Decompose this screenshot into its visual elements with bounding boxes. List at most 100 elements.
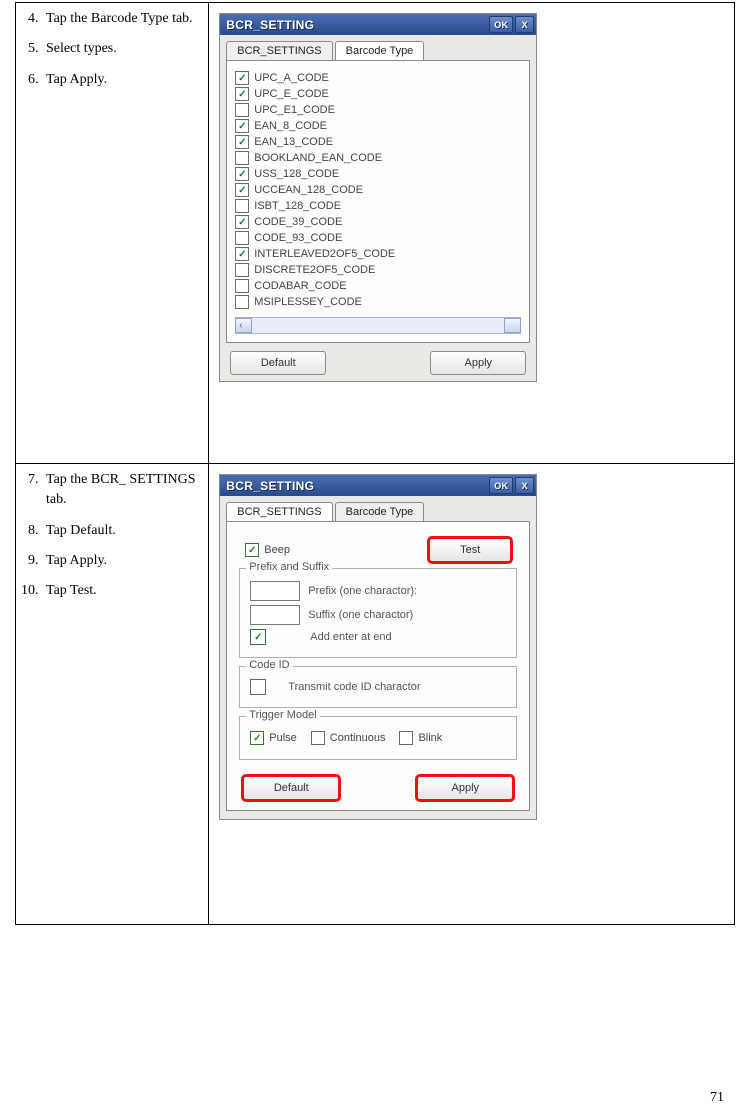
transmit-row[interactable]: Transmit code ID charactor	[250, 679, 506, 695]
checkbox-icon[interactable]	[235, 279, 249, 293]
checkbox-icon[interactable]	[399, 731, 413, 745]
titlebar: BCR_SETTING OK X	[220, 14, 536, 35]
list-item[interactable]: CODE_93_CODE	[235, 231, 521, 245]
blink-option[interactable]: Blink	[399, 731, 442, 745]
list-item[interactable]: ✓ EAN_8_CODE	[235, 119, 521, 133]
device-window: BCR_SETTING OK X BCR_SETTINGS Barcode Ty…	[219, 13, 537, 382]
step-4: Tap the Barcode Type tab.	[42, 9, 200, 29]
default-button[interactable]: Default	[243, 776, 339, 800]
button-bar: Default Apply	[239, 768, 517, 806]
beep-label: Beep	[264, 544, 290, 556]
apply-button[interactable]: Apply	[430, 351, 526, 375]
checkbox-icon[interactable]: ✓	[235, 71, 249, 85]
group-legend: Prefix and Suffix	[246, 561, 332, 573]
group-legend: Trigger Model	[246, 709, 319, 721]
checkbox-icon[interactable]	[311, 731, 325, 745]
tab-barcode-type[interactable]: Barcode Type	[335, 502, 425, 521]
barcode-type-list: ✓ UPC_A_CODE ✓UPC_E_CODE UPC_E1_CODE ✓ EAN…	[235, 71, 521, 309]
window-title: BCR_SETTING	[226, 479, 314, 493]
tab-bcr-settings[interactable]: BCR_SETTINGS	[226, 41, 332, 60]
step-10: Tap Test.	[42, 581, 200, 601]
checkbox-icon[interactable]	[235, 151, 249, 165]
test-button[interactable]: Test	[429, 538, 511, 562]
list-item[interactable]: MSIPLESSEY_CODE	[235, 295, 521, 309]
item-label: EAN_8_CODE	[254, 120, 327, 132]
list-item[interactable]: ✓ UPC_A_CODE	[235, 71, 521, 85]
prefix-suffix-group: Prefix and Suffix Prefix (one charactor)…	[239, 568, 517, 658]
scroll-right-icon[interactable]: ›	[514, 320, 517, 331]
list-item[interactable]: CODABAR_CODE	[235, 279, 521, 293]
list-item[interactable]: ✓ EAN_13_CODE	[235, 135, 521, 149]
tab-bcr-settings[interactable]: BCR_SETTINGS	[226, 502, 332, 521]
item-label: EAN_13_CODE	[254, 136, 333, 148]
ok-button[interactable]: OK	[489, 16, 513, 33]
list-item[interactable]: ✓INTERLEAVED2OF5_CODE	[235, 247, 521, 261]
checkbox-icon[interactable]: ✓	[235, 167, 249, 181]
checkbox-icon[interactable]: ✓	[250, 629, 266, 645]
suffix-input[interactable]	[250, 605, 300, 625]
item-label: DISCRETE2OF5_CODE	[254, 264, 375, 276]
steps-cell: Tap the BCR_ SETTINGS tab. Tap Default. …	[16, 464, 209, 925]
screenshot-cell: BCR_SETTING OK X BCR_SETTINGS Barcode Ty…	[209, 3, 735, 464]
list-item[interactable]: DISCRETE2OF5_CODE	[235, 263, 521, 277]
list-item[interactable]: ISBT_128_CODE	[235, 199, 521, 213]
step-5: Select types.	[42, 39, 200, 59]
beep-row[interactable]: ✓ Beep	[245, 543, 290, 557]
code-id-group: Code ID Transmit code ID charactor	[239, 666, 517, 708]
step-7: Tap the BCR_ SETTINGS tab.	[42, 470, 200, 511]
prefix-field: Prefix (one charactor):	[250, 581, 506, 601]
scroll-left-icon[interactable]: ‹	[239, 320, 242, 331]
list-item[interactable]: ✓USS_128_CODE	[235, 167, 521, 181]
close-button[interactable]: X	[515, 16, 534, 33]
ok-button[interactable]: OK	[489, 477, 513, 494]
checkbox-icon[interactable]: ✓	[245, 543, 259, 557]
instruction-table: Tap the Barcode Type tab. Select types. …	[15, 2, 735, 925]
item-label: CODE_93_CODE	[254, 232, 342, 244]
close-button[interactable]: X	[515, 477, 534, 494]
checkbox-icon[interactable]: ✓	[235, 183, 249, 197]
list-item[interactable]: ✓ CODE_39_CODE	[235, 215, 521, 229]
suffix-field: Suffix (one charactor)	[250, 605, 506, 625]
horizontal-scrollbar[interactable]: ‹ ›	[235, 317, 521, 334]
checkbox-icon[interactable]	[235, 103, 249, 117]
checkbox-icon[interactable]	[235, 263, 249, 277]
pulse-option[interactable]: ✓ Pulse	[250, 731, 297, 745]
tab-barcode-type[interactable]: Barcode Type	[335, 41, 425, 60]
screenshot-cell: BCR_SETTING OK X BCR_SETTINGS Barcode Ty…	[209, 464, 735, 925]
trigger-model-group: Trigger Model ✓ Pulse Continuous	[239, 716, 517, 760]
group-legend: Code ID	[246, 659, 292, 671]
barcode-type-panel: ✓ UPC_A_CODE ✓UPC_E_CODE UPC_E1_CODE ✓ EAN…	[226, 60, 530, 343]
checkbox-icon[interactable]	[235, 199, 249, 213]
page-number: 71	[710, 1090, 724, 1106]
prefix-input[interactable]	[250, 581, 300, 601]
list-item[interactable]: ✓UPC_E_CODE	[235, 87, 521, 101]
blink-label: Blink	[418, 732, 442, 744]
list-item[interactable]: BOOKLAND_EAN_CODE	[235, 151, 521, 165]
item-label: UCCEAN_128_CODE	[254, 184, 363, 196]
list-item[interactable]: ✓ UCCEAN_128_CODE	[235, 183, 521, 197]
transmit-label: Transmit code ID charactor	[288, 681, 420, 693]
add-enter-label: Add enter at end	[310, 631, 391, 643]
checkbox-icon[interactable]: ✓	[235, 135, 249, 149]
item-label: CODE_39_CODE	[254, 216, 342, 228]
checkbox-icon[interactable]	[235, 231, 249, 245]
table-row: Tap the BCR_ SETTINGS tab. Tap Default. …	[16, 464, 735, 925]
apply-button[interactable]: Apply	[417, 776, 513, 800]
list-item[interactable]: UPC_E1_CODE	[235, 103, 521, 117]
checkbox-icon[interactable]: ✓	[250, 731, 264, 745]
checkbox-icon[interactable]: ✓	[235, 87, 249, 101]
prefix-label: Prefix (one charactor):	[308, 585, 417, 597]
add-enter-row[interactable]: ✓ Add enter at end	[250, 629, 506, 645]
checkbox-icon[interactable]	[250, 679, 266, 695]
checkbox-icon[interactable]: ✓	[235, 247, 249, 261]
checkbox-icon[interactable]: ✓	[235, 119, 249, 133]
item-label: UPC_A_CODE	[254, 72, 329, 84]
continuous-option[interactable]: Continuous	[311, 731, 386, 745]
suffix-label: Suffix (one charactor)	[308, 609, 413, 621]
step-6: Tap Apply.	[42, 70, 200, 90]
checkbox-icon[interactable]: ✓	[235, 215, 249, 229]
item-label: BOOKLAND_EAN_CODE	[254, 152, 382, 164]
default-button[interactable]: Default	[230, 351, 326, 375]
checkbox-icon[interactable]	[235, 295, 249, 309]
item-label: ISBT_128_CODE	[254, 200, 341, 212]
